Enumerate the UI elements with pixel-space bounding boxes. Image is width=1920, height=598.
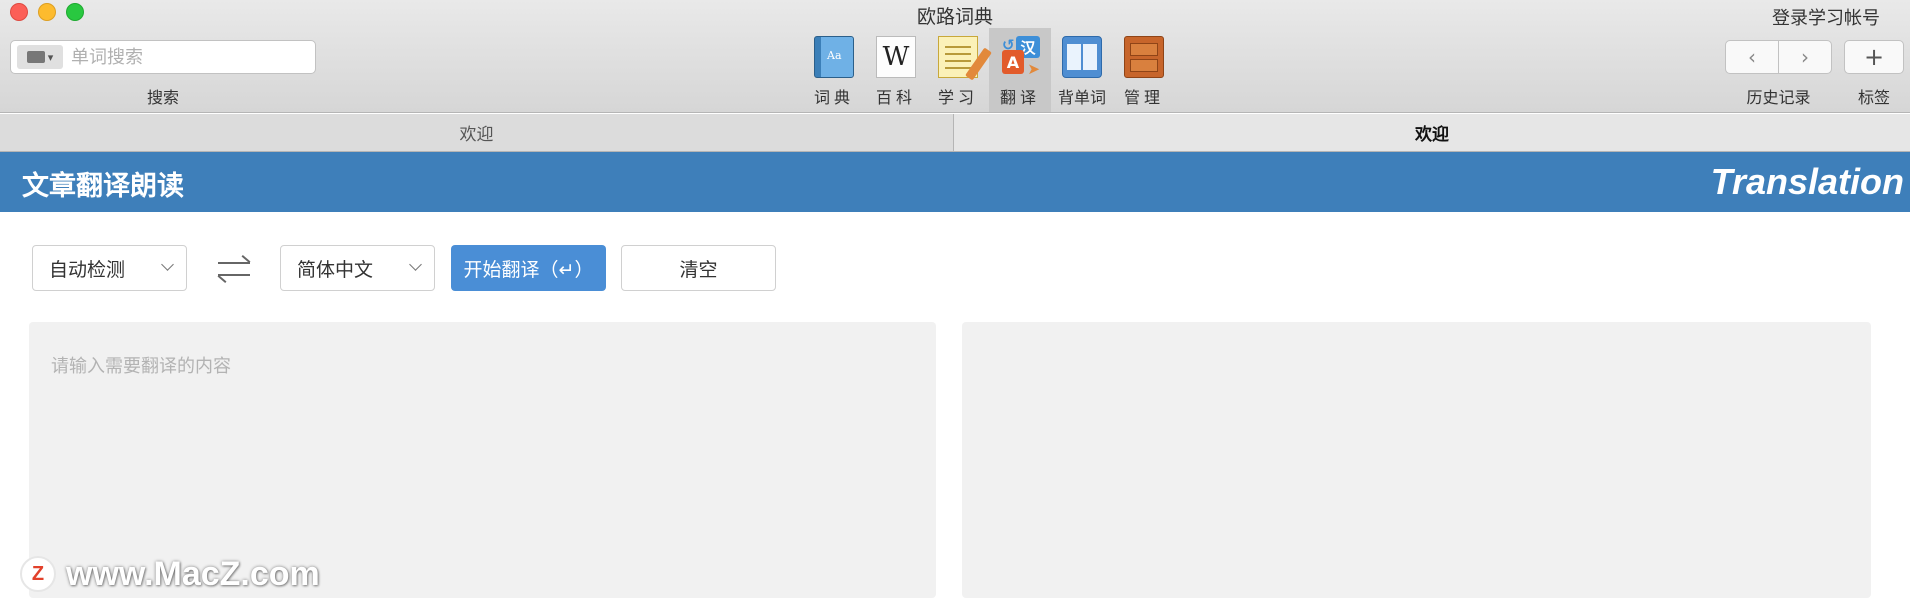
swap-languages-icon[interactable] (214, 252, 254, 286)
main-toolbar: Aa 词典 W 百科 学习 ↺ 汉 A ➤ 翻译 背单词 管理 (803, 28, 1175, 112)
tool-learn[interactable]: 学习 (927, 28, 992, 112)
target-language-select[interactable]: 简体中文 (280, 245, 435, 291)
chevron-down-icon: ▾ (47, 50, 54, 64)
tool-dictionary[interactable]: Aa 词典 (803, 28, 865, 112)
watermark-logo-icon: Z (20, 556, 56, 592)
source-language-select[interactable]: 自动检测 (32, 245, 187, 291)
tool-label: 词典 (813, 88, 854, 107)
tool-encyclopedia[interactable]: W 百科 (865, 28, 927, 112)
search-caption: 搜索 (146, 88, 179, 107)
history-nav-group: ‹ › (1725, 40, 1832, 74)
tool-translate[interactable]: ↺ 汉 A ➤ 翻译 (989, 28, 1051, 112)
back-button[interactable]: ‹ (1726, 41, 1778, 73)
clear-button[interactable]: 清空 (621, 245, 776, 291)
wikipedia-icon: W (876, 36, 916, 78)
notepad-pencil-icon (938, 36, 992, 81)
tool-label: 学习 (937, 88, 978, 107)
tool-vocabulary[interactable]: 背单词 (1051, 28, 1113, 112)
target-language-value: 简体中文 (297, 258, 374, 281)
window-edge (1910, 0, 1920, 598)
tool-label: 翻译 (999, 88, 1040, 107)
start-translate-button[interactable]: 开始翻译（↵） (451, 245, 606, 291)
watermark: Z www.MacZ.com (20, 554, 320, 593)
watermark-text: www.MacZ.com (66, 554, 320, 593)
banner-english-title: Translation (1710, 161, 1904, 202)
login-account-link[interactable]: 登录学习帐号 (1772, 4, 1880, 30)
vocabulary-book-icon (1062, 36, 1102, 78)
tool-label: 百科 (875, 88, 916, 107)
chevron-down-icon (161, 258, 174, 271)
tool-label: 背单词 (1057, 88, 1106, 107)
chevron-down-icon (409, 258, 422, 271)
title-bar: 欧路词典 登录学习帐号 ▾ 搜索 Aa 词典 W 百科 学习 ↺ 汉 (0, 0, 1910, 113)
dictionary-book-icon: Aa (814, 36, 854, 78)
tab-welcome-1[interactable]: 欢迎 (0, 114, 954, 151)
tool-label: 管理 (1123, 88, 1164, 107)
translation-output-panel (962, 322, 1871, 598)
history-caption: 历史记录 (1746, 88, 1811, 107)
source-language-value: 自动检测 (49, 258, 126, 281)
forward-button[interactable]: › (1778, 41, 1831, 73)
tab-welcome-2[interactable]: 欢迎 (954, 114, 1910, 151)
window-title: 欧路词典 (916, 6, 993, 28)
search-scope-dropdown[interactable]: ▾ (17, 45, 63, 69)
tab-bar: 欢迎 欢迎 (0, 114, 1910, 152)
search-box: ▾ (10, 40, 316, 74)
tags-caption: 标签 (1857, 88, 1890, 107)
search-input[interactable] (71, 46, 301, 68)
translate-icon: ↺ 汉 A ➤ (1002, 36, 1040, 78)
translation-banner: 文章翻译朗读 Translation (0, 152, 1910, 212)
card-dropdown-icon (26, 51, 45, 63)
cabinet-icon (1124, 36, 1164, 78)
tool-manage[interactable]: 管理 (1113, 28, 1175, 112)
add-tag-button[interactable]: + (1844, 40, 1904, 74)
banner-title: 文章翻译朗读 (22, 171, 184, 202)
